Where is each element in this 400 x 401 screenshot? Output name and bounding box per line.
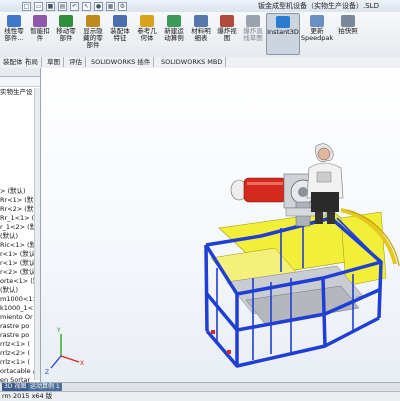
linear-pattern-icon [7,15,21,27]
print-icon[interactable]: ▤ [58,1,67,11]
assembly-features-icon [113,15,127,27]
command-manager-ribbon: 线性零 部件... 智能扣 件 移动零 部件 显示隐 藏的零 部件 装配体 特征… [0,12,400,58]
snapshot-icon [341,15,355,27]
tab-sketch[interactable]: 草图 [44,57,64,67]
rebuild-icon[interactable]: ● [94,1,103,11]
explode-line-sketch-icon [246,15,260,27]
panel-toolbar [0,77,40,87]
take-snapshot-button[interactable]: 拍快照 [336,13,360,35]
tree-scrollbar[interactable] [34,88,40,380]
save-icon[interactable]: ■ [46,1,55,11]
feature-manager-panel: 实物生产设 > (默认) Rr<1> (默 Rr<2> (默认 Rr_1<1> (默 r_… [0,68,41,384]
select-pointer-icon[interactable]: ↖ [82,1,91,11]
exploded-view-button[interactable]: 爆炸视 图 [215,13,239,42]
svg-text:Y: Y [56,327,61,334]
bill-of-materials-button[interactable]: 材料明 细表 [188,13,214,42]
tab-evaluate[interactable]: 评估 [66,57,86,67]
quick-access-toolbar: □ ▭ ■ ▤ ↶ ↖ ● ▦ ⚙ [22,1,127,11]
options-icon[interactable]: ⚙ [118,1,127,11]
graphics-viewport[interactable]: Y X Z [41,68,400,382]
new-motion-study-icon [167,15,181,27]
speedpak-icon [310,15,324,27]
window-title: 钣金成型机设备（实物生产设备）.SLD [258,2,379,10]
bill-of-materials-icon [194,15,208,27]
file-properties-icon[interactable]: ▦ [106,1,115,11]
show-hidden-components-icon [86,15,100,27]
tab-3d-view[interactable]: 3D 视图 [2,383,29,391]
tab-solidworks-mbd[interactable]: SOLIDWORKS MBD [158,57,227,67]
tab-solidworks-addins[interactable]: SOLIDWORKS 插件 [88,57,155,67]
exploded-view-icon [220,15,234,27]
show-hidden-components-button[interactable]: 显示隐 藏的零 部件 [80,13,106,49]
reference-geometry-icon [140,15,154,27]
instant3d-icon [276,16,290,28]
tab-motion-study-1[interactable]: 运动算例 1 [28,383,62,391]
open-file-icon[interactable]: ▭ [34,1,43,11]
tab-layout[interactable]: 布局 [22,57,42,67]
instant3d-button[interactable]: Instant3D [266,13,300,55]
reference-geometry-button[interactable]: 参考几 何体 [134,13,160,42]
smart-fasteners-button[interactable]: 智能扣 件 [28,13,52,42]
assembly-features-button[interactable]: 装配体 特征 [107,13,133,42]
new-document-icon[interactable]: □ [22,1,31,11]
panel-tabs [0,68,40,77]
assembly-model[interactable]: Y X Z [41,68,400,382]
explode-line-sketch-button[interactable]: 爆炸直 线草图 [240,13,266,42]
coordinate-triad: Y X Z [45,327,84,376]
move-component-button[interactable]: 移动零 部件 [53,13,79,42]
move-component-icon [59,15,73,27]
new-motion-study-button[interactable]: 新建运 动算例 [161,13,187,42]
update-speedpak-button[interactable]: 更新 Speedpak [300,13,334,42]
svg-text:X: X [80,360,84,367]
human-scale-figure [306,143,344,224]
smart-fasteners-icon [33,15,47,27]
undo-icon[interactable]: ↶ [70,1,79,11]
svg-text:Z: Z [45,369,49,376]
linear-pattern-button[interactable]: 线性零 部件... [1,13,27,42]
